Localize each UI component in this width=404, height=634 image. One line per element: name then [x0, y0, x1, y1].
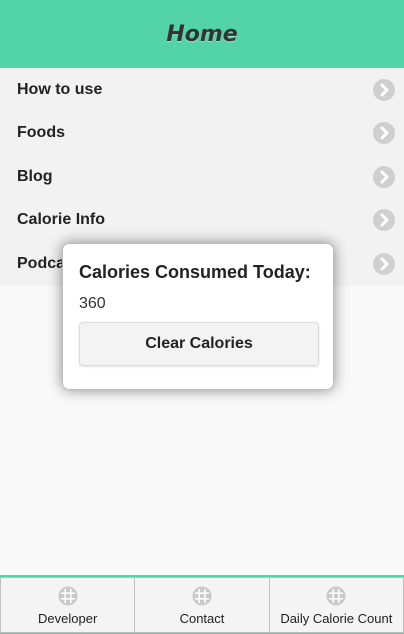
menu-item-calorie-info[interactable]: Calorie Info [0, 199, 404, 243]
menu-item-label: Foods [17, 124, 65, 142]
chevron-right-icon [373, 165, 395, 188]
menu-item-label: How to use [17, 80, 103, 98]
tab-label: Developer [38, 611, 98, 626]
grid-icon [326, 586, 346, 606]
calories-value: 360 [79, 295, 106, 312]
clear-calories-button[interactable]: Clear Calories [79, 322, 319, 366]
menu-item-how-to-use[interactable]: How to use [0, 68, 404, 112]
chevron-right-icon [373, 209, 395, 232]
tab-label: Daily Calorie Count [280, 611, 393, 626]
header-bar: Home [0, 0, 404, 68]
page-title: Home [166, 21, 238, 47]
menu-item-blog[interactable]: Blog [0, 155, 404, 199]
tab-label: Contact [179, 611, 225, 626]
chevron-right-icon [373, 122, 395, 145]
chevron-right-icon [373, 78, 395, 101]
grid-icon [58, 586, 78, 606]
grid-icon [192, 586, 212, 606]
menu-item-label: Blog [17, 167, 53, 185]
chevron-right-icon [373, 252, 395, 275]
tab-contact[interactable]: Contact [135, 577, 270, 633]
menu-item-label: Calorie Info [17, 211, 106, 229]
popup-title: Calories Consumed Today: [79, 262, 311, 282]
menu-item-foods[interactable]: Foods [0, 112, 404, 156]
tab-developer[interactable]: Developer [0, 577, 136, 633]
footer-nav: Developer Contact Daily Calorie Count [0, 575, 404, 634]
calories-popup: Calories Consumed Today: 360 Clear Calor… [62, 243, 334, 390]
tab-daily-calorie-count[interactable]: Daily Calorie Count [269, 577, 404, 633]
